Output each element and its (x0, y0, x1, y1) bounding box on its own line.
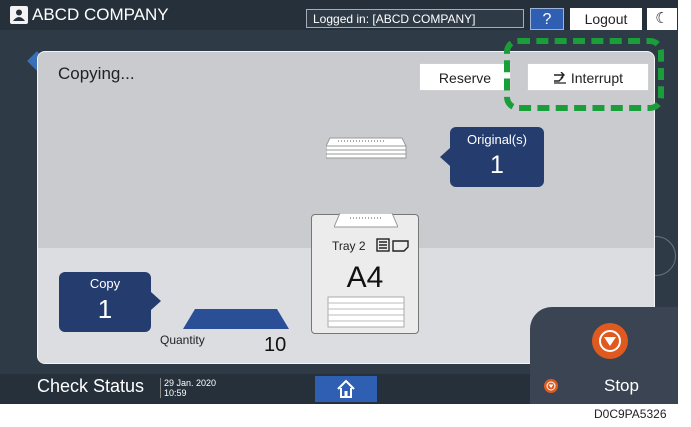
paper-stack-icon (334, 213, 398, 228)
reserve-button[interactable]: Reserve (419, 63, 511, 91)
stop-label[interactable]: Stop (604, 376, 639, 396)
time-text: 10:59 (164, 388, 187, 398)
help-button[interactable]: ? (530, 8, 564, 30)
originals-paper-stack-icon (325, 132, 410, 165)
quantity-value: 10 (264, 334, 287, 356)
originals-count: 1 (490, 151, 504, 179)
copy-count: 1 (97, 294, 113, 324)
tray-label: Tray 2 (332, 239, 366, 253)
copy-label: Copy (89, 276, 121, 291)
check-status-button[interactable]: Check Status (37, 376, 144, 397)
date-text: 29 Jan. 2020 (164, 378, 217, 388)
home-button[interactable] (315, 376, 377, 402)
interrupt-highlight-callout (504, 38, 664, 111)
quantity-label: Quantity (160, 333, 205, 347)
moon-icon: ☾ (655, 10, 669, 27)
energy-saver-button[interactable]: ☾ (647, 8, 677, 30)
paper-tray: Tray 2 A4 (311, 213, 419, 334)
help-label: ? (542, 11, 552, 28)
stop-button[interactable] (592, 323, 628, 359)
company-name: ABCD COMPANY (32, 5, 169, 24)
copy-count-box: Copy 1 (59, 272, 161, 332)
logged-in-field: Logged in: [ABCD COMPANY] (306, 9, 524, 28)
top-bar: ABCD COMPANY Logged in: [ABCD COMPANY] ?… (0, 0, 678, 30)
originals-count-box: Original(s) 1 (440, 127, 544, 187)
date-time: 29 Jan. 2020 10:59 (160, 378, 216, 398)
dialog-title: Copying... (58, 64, 135, 83)
stop-icon (599, 330, 621, 352)
originals-label: Original(s) (467, 132, 527, 147)
reserve-label: Reserve (438, 70, 492, 86)
home-icon (337, 379, 355, 398)
output-tray-icon (183, 309, 289, 336)
logout-label: Logout (584, 11, 628, 27)
stop-icon (544, 379, 558, 393)
user-icon (10, 6, 28, 24)
logged-in-text: Logged in: [ABCD COMPANY] (313, 12, 476, 26)
figure-code: D0C9PA5326 (594, 407, 667, 421)
paper-size: A4 (346, 261, 384, 294)
paper-orientation-icon (376, 238, 410, 257)
logout-button[interactable]: Logout (570, 8, 642, 30)
tray-paper-stack (327, 296, 405, 328)
